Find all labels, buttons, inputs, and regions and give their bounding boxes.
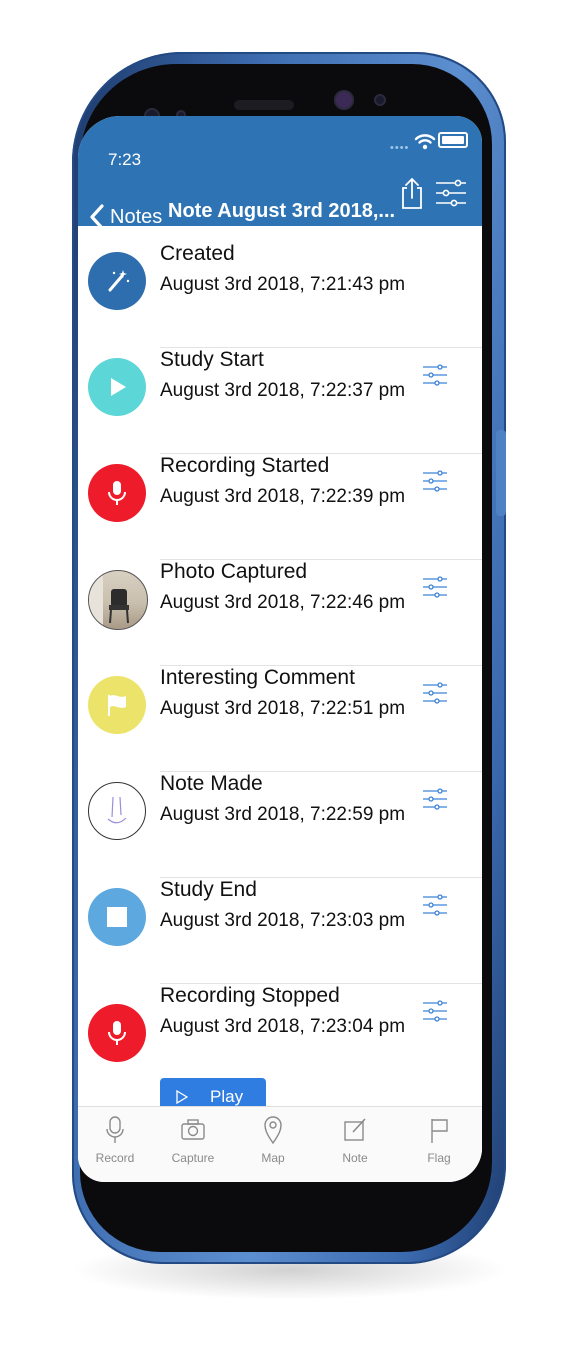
play-button-label: Play (210, 1087, 244, 1106)
device-side-button (496, 430, 506, 516)
stop-icon (88, 888, 146, 946)
play-icon (88, 358, 146, 416)
list-item[interactable]: Study End August 3rd 2018, 7:23:03 pm (78, 878, 482, 984)
photo-thumbnail (88, 570, 148, 630)
play-outline-icon (176, 1090, 188, 1104)
tab-bar: Record Capture Map Note Flag (78, 1106, 482, 1182)
tab-capture[interactable]: Capture (158, 1115, 228, 1165)
event-date: August 3rd 2018, 7:23:03 pm (160, 910, 406, 931)
share-icon[interactable] (400, 176, 424, 210)
list-item[interactable]: Photo Captured August 3rd 2018, 7:22:46 … (78, 560, 482, 666)
list-item[interactable]: Note Made August 3rd 2018, 7:22:59 pm (78, 772, 482, 878)
flag-outline-icon (431, 1119, 448, 1143)
back-button-label: Notes (110, 205, 163, 228)
event-title: Recording Stopped (160, 984, 340, 1007)
status-signal-dots: •••• (390, 142, 410, 154)
filter-settings-icon[interactable] (434, 178, 468, 208)
list-item[interactable]: Created August 3rd 2018, 7:21:43 pm (78, 242, 482, 348)
battery-icon (438, 132, 468, 148)
event-date: August 3rd 2018, 7:22:46 pm (160, 592, 406, 613)
event-title: Study Start (160, 348, 264, 371)
tab-label: Record (95, 1151, 135, 1165)
camera-icon (181, 1119, 205, 1140)
event-title: Photo Captured (160, 560, 308, 583)
list-item[interactable]: Study Start August 3rd 2018, 7:22:37 pm (78, 348, 482, 454)
options-icon[interactable] (422, 680, 448, 706)
event-title: Note Made (160, 772, 263, 795)
back-button[interactable]: Notes (88, 204, 162, 230)
event-title: Recording Started (160, 454, 330, 477)
list-item[interactable]: Recording Started August 3rd 2018, 7:22:… (78, 454, 482, 560)
device-sensor (374, 94, 386, 106)
navigation-bar: 7:23 •••• Notes Note August 3rd 2018,... (78, 116, 482, 230)
event-date: August 3rd 2018, 7:22:59 pm (160, 804, 406, 825)
tab-map[interactable]: Map (238, 1115, 308, 1165)
tab-flag[interactable]: Flag (404, 1115, 474, 1165)
device-speaker (234, 100, 294, 110)
event-date: August 3rd 2018, 7:21:43 pm (160, 274, 406, 295)
magic-wand-icon (88, 252, 146, 310)
tab-record[interactable]: Record (80, 1115, 150, 1165)
options-icon[interactable] (422, 998, 448, 1024)
microphone-icon (88, 464, 146, 522)
options-icon[interactable] (422, 786, 448, 812)
event-date: August 3rd 2018, 7:22:39 pm (160, 486, 406, 507)
device-front-camera (334, 90, 354, 110)
sketch-note-icon (88, 782, 146, 840)
event-title: Study End (160, 878, 257, 901)
flag-icon (88, 676, 146, 734)
microphone-outline-icon (106, 1116, 124, 1143)
status-time: 7:23 (108, 150, 142, 169)
wifi-icon (414, 134, 436, 150)
app-screen: 7:23 •••• Notes Note August 3rd 2018,... (78, 116, 482, 1182)
tab-label: Flag (427, 1151, 451, 1165)
tab-note[interactable]: Note (320, 1115, 390, 1165)
event-date: August 3rd 2018, 7:22:51 pm (160, 698, 406, 719)
tab-label: Note (342, 1151, 368, 1165)
chevron-left-icon (90, 204, 104, 230)
event-date: August 3rd 2018, 7:22:37 pm (160, 380, 406, 401)
microphone-icon (88, 1004, 146, 1062)
compose-icon (344, 1118, 366, 1141)
event-date: August 3rd 2018, 7:23:04 pm (160, 1016, 406, 1037)
options-icon[interactable] (422, 892, 448, 918)
event-title: Interesting Comment (160, 666, 355, 689)
tab-label: Capture (171, 1151, 215, 1165)
options-icon[interactable] (422, 362, 448, 388)
list-item[interactable]: Interesting Comment August 3rd 2018, 7:2… (78, 666, 482, 772)
list-item[interactable]: Recording Stopped August 3rd 2018, 7:23:… (78, 984, 482, 1124)
options-icon[interactable] (422, 574, 448, 600)
map-pin-icon (264, 1116, 282, 1145)
tab-label: Map (261, 1151, 285, 1165)
page-title: Note August 3rd 2018,... (168, 200, 396, 222)
options-icon[interactable] (422, 468, 448, 494)
event-title: Created (160, 242, 235, 265)
